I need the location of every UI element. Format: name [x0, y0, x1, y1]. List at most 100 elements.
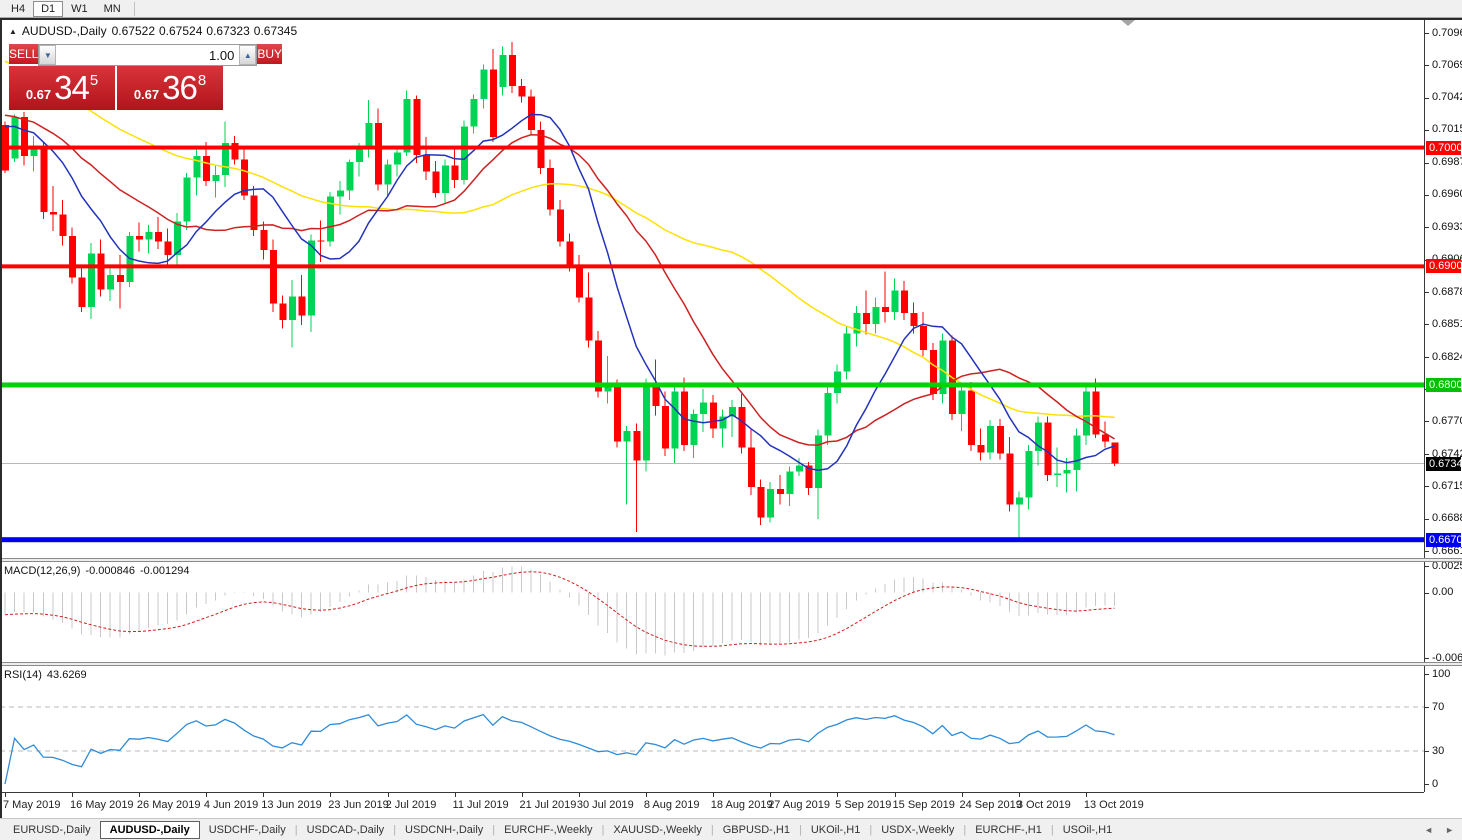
- candle-body: [164, 241, 172, 255]
- time-axis[interactable]: 7 May 2019 16 May 2019 26 May 2019 4 Jun 20…: [0, 792, 1424, 818]
- candle-body: [652, 386, 660, 406]
- horizontal-level-line[interactable]: [0, 145, 1424, 150]
- price-axis-tick: [1425, 65, 1429, 66]
- timeframe-button-h4[interactable]: H4: [3, 1, 33, 17]
- candle-body: [231, 143, 239, 160]
- candle-body: [499, 55, 507, 88]
- sell-price-box[interactable]: 0.67 34 5: [9, 66, 115, 110]
- pane-splitter[interactable]: [0, 662, 1462, 666]
- price-axis-label: 0.70965: [1432, 26, 1462, 39]
- candle-body: [709, 402, 717, 429]
- candle-body: [1054, 473, 1062, 475]
- timeframe-button-w1[interactable]: W1: [63, 1, 96, 17]
- candle-body: [1044, 422, 1052, 475]
- time-axis-tick: [895, 793, 896, 797]
- rsi-axis-label: 30: [1432, 744, 1445, 757]
- candle-body: [346, 162, 354, 191]
- rsi-canvas[interactable]: [0, 666, 1424, 792]
- price-axis-label: 0.70695: [1432, 58, 1462, 71]
- time-axis-label: 24 Sep 2019: [959, 799, 1022, 811]
- macd-canvas[interactable]: [0, 562, 1424, 662]
- rsi-pane[interactable]: RSI(14) 43.6269: [0, 666, 1424, 792]
- candle-body: [1015, 497, 1023, 505]
- chart-tab-usoil-h1[interactable]: USOil-,H1: [1054, 821, 1122, 839]
- time-axis-tick: [1019, 793, 1020, 797]
- candle-body: [987, 426, 995, 453]
- volume-input[interactable]: [56, 45, 240, 65]
- chart-tab-audusd-daily[interactable]: AUDUSD-,Daily: [99, 820, 200, 839]
- time-axis-tick: [72, 793, 73, 797]
- chart-tab-ukoil-h1[interactable]: UKOil-,H1: [802, 821, 870, 839]
- candle-body: [260, 229, 268, 251]
- candle-body: [279, 303, 287, 321]
- candle-body: [422, 154, 430, 172]
- time-axis-label: 4 Jun 2019: [203, 799, 259, 811]
- tab-scroll-right-icon[interactable]: ►: [1445, 825, 1454, 835]
- candle-body: [642, 386, 650, 461]
- chart-tab-xauusd-weekly[interactable]: XAUUSD-,Weekly: [604, 821, 710, 839]
- moving-average-line-20: [4, 114, 1115, 446]
- macd-signal-value: -0.001294: [139, 565, 190, 577]
- chart-tab-gbpusd-h1[interactable]: GBPUSD-,H1: [714, 821, 799, 839]
- candle-body: [968, 390, 976, 446]
- ohlc-values: 0.67522 0.67524 0.67323 0.67345: [112, 24, 302, 38]
- price-axis-label: 0.70150: [1432, 123, 1462, 136]
- chart-tab-eurchf-weekly[interactable]: EURCHF-,Weekly: [495, 821, 601, 839]
- time-axis-label: 13 Jun 2019: [261, 799, 322, 811]
- time-axis-label: 7 May 2019: [3, 799, 61, 811]
- timeframe-button-d1[interactable]: D1: [33, 0, 64, 17]
- buy-price-big: 36: [162, 69, 198, 106]
- candle-body: [748, 447, 756, 487]
- price-axis[interactable]: 0.70965 0.70695 0.70420 0.70150 0.69875 0.696…: [1424, 18, 1462, 792]
- price-axis-tick: [1425, 227, 1429, 228]
- candle-body: [528, 96, 536, 130]
- time-axis-label: 13 Oct 2019: [1083, 799, 1144, 811]
- volume-increase-button[interactable]: ▲: [239, 45, 257, 65]
- chart-window: ▲ AUDUSD-,Daily 0.67522 0.67524 0.67323 0.6…: [0, 18, 1462, 818]
- horizontal-level-line[interactable]: [0, 264, 1424, 269]
- price-axis-tick: [1425, 421, 1429, 422]
- candle-body: [59, 214, 67, 236]
- price-axis-label: 0.68240: [1432, 350, 1462, 363]
- price-axis-label: 0.68785: [1432, 285, 1462, 298]
- rsi-axis-tick: [1425, 751, 1429, 752]
- one-click-collapse-icon[interactable]: ▲: [9, 27, 17, 36]
- tab-scroll-left-icon[interactable]: ◄: [1424, 825, 1433, 835]
- candle-body: [288, 296, 296, 321]
- timeframe-button-mn[interactable]: MN: [96, 1, 129, 17]
- time-axis-tick: [455, 793, 456, 797]
- level-price-tag: 0.66705: [1426, 532, 1462, 547]
- price-axis-tick: [1425, 98, 1429, 99]
- volume-decrease-button[interactable]: ▼: [39, 45, 57, 65]
- candle-body: [116, 275, 124, 283]
- buy-button[interactable]: BUY: [257, 44, 283, 66]
- candle-body: [547, 168, 555, 210]
- time-axis-label: 21 Jul 2019: [519, 799, 577, 811]
- macd-pane[interactable]: MACD(12,26,9) -0.000846 -0.001294: [0, 562, 1424, 662]
- chart-tab-eurchf-h1[interactable]: EURCHF-,H1: [966, 821, 1051, 839]
- buy-price-box[interactable]: 0.67 36 8: [117, 66, 223, 110]
- pane-splitter[interactable]: [0, 558, 1462, 562]
- chart-tab-usdx-weekly[interactable]: USDX-,Weekly: [872, 821, 963, 839]
- chart-tab-usdcnh-daily[interactable]: USDCNH-,Daily: [396, 821, 492, 839]
- candle-body: [49, 212, 57, 215]
- candle-body: [202, 156, 210, 182]
- time-axis-label: 16 May 2019: [69, 799, 134, 811]
- candle-body: [269, 250, 277, 304]
- candle-body: [671, 391, 679, 449]
- chart-tab-usdchf-daily[interactable]: USDCHF-,Daily: [200, 821, 295, 839]
- candle-body: [375, 122, 383, 185]
- sell-button[interactable]: SELL: [9, 44, 39, 66]
- candle-body: [901, 290, 909, 314]
- horizontal-level-line[interactable]: [0, 537, 1424, 543]
- price-axis-tick: [1425, 130, 1429, 131]
- chart-tab-usdcad-daily[interactable]: USDCAD-,Daily: [298, 821, 394, 839]
- candle-body: [78, 277, 86, 308]
- candle-body: [795, 465, 803, 472]
- candle-body: [461, 126, 469, 180]
- horizontal-level-line[interactable]: [0, 382, 1424, 388]
- chart-tab-eurusd-daily[interactable]: EURUSD-,Daily: [4, 821, 100, 839]
- time-axis-tick: [837, 793, 838, 797]
- macd-axis-tick: [1425, 658, 1429, 659]
- candle-body: [834, 371, 842, 393]
